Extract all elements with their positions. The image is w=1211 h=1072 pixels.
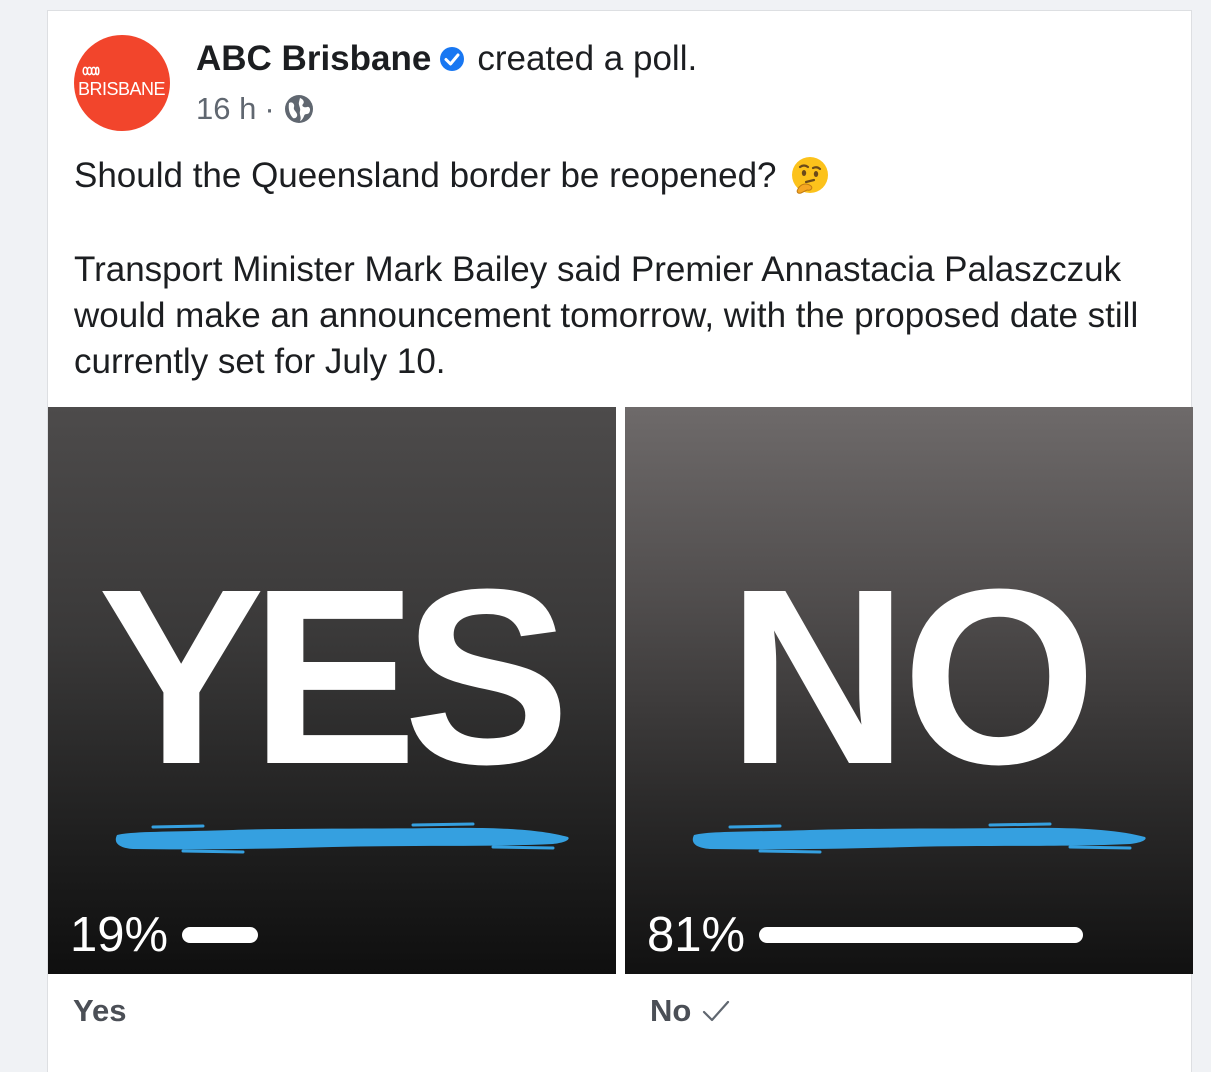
page-name-link[interactable]: ABC Brisbane — [196, 39, 431, 79]
page: BRISBANE ABC Brisbane created a poll. 16… — [0, 0, 1211, 1072]
poll-option-image-word: YES — [97, 537, 570, 816]
meta-separator: · — [264, 91, 275, 126]
poll-option-image-word: NO — [727, 537, 1097, 816]
percent-row: 19% — [70, 907, 502, 963]
post-question: Should the Queensland border be reopened… — [74, 156, 777, 195]
percent-row: 81% — [647, 907, 1084, 963]
globe-icon[interactable] — [283, 93, 315, 125]
avatar-text: BRISBANE — [78, 79, 166, 99]
poll-result-bar — [182, 927, 259, 943]
brush-stroke — [692, 822, 1146, 854]
poll-option-label-yes[interactable]: Yes — [73, 993, 126, 1029]
post-meta: 16 h · — [196, 91, 315, 127]
poll-option-no[interactable]: NO 81% — [625, 407, 1193, 974]
thinking-face-emoji — [791, 157, 828, 194]
abc-logo-icon — [82, 66, 100, 76]
poll-option-label-no[interactable]: No — [650, 993, 731, 1029]
brush-stroke — [115, 822, 569, 854]
post-timestamp[interactable]: 16 h — [196, 91, 256, 127]
poll-option-yes[interactable]: YES 19% — [48, 407, 616, 974]
check-icon — [703, 1000, 730, 1022]
avatar[interactable]: BRISBANE — [74, 35, 170, 131]
poll-result-bar — [759, 927, 1084, 943]
post-action-text: created a poll. — [477, 39, 698, 78]
poll-label: No — [650, 993, 692, 1028]
post-header: ABC Brisbane created a poll. — [196, 39, 697, 79]
poll-result-track — [759, 927, 1084, 943]
post-text: Should the Queensland border be reopened… — [74, 153, 1164, 385]
post-body: Transport Minister Mark Bailey said Prem… — [74, 250, 1139, 381]
poll-label: Yes — [73, 993, 127, 1028]
poll-percent: 19% — [70, 908, 169, 962]
post-question-line: Should the Queensland border be reopened… — [74, 153, 1164, 199]
verified-badge-icon — [440, 47, 465, 71]
poll-post-card: BRISBANE ABC Brisbane created a poll. 16… — [47, 10, 1193, 1072]
poll-result-track — [182, 927, 502, 943]
poll-percent: 81% — [647, 908, 746, 962]
